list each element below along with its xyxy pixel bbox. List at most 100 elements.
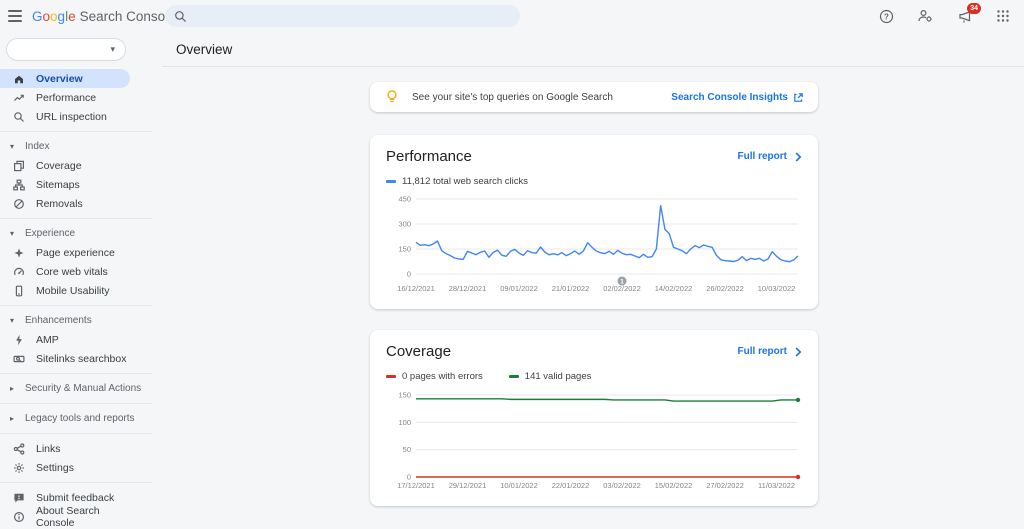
legend-dash-icon (386, 180, 396, 183)
svg-text:450: 450 (398, 195, 411, 204)
manage-accounts-icon[interactable] (916, 7, 934, 25)
hamburger-menu-icon[interactable] (0, 0, 30, 32)
svg-text:16/12/2021: 16/12/2021 (397, 284, 435, 293)
sidebar-item-label: Overview (36, 73, 83, 85)
feedback-icon (13, 492, 25, 504)
core-web-vitals-icon (13, 266, 25, 278)
sidebar-item-core-web-vitals[interactable]: Core web vitals (0, 262, 130, 281)
sidebar-item-label: URL inspection (36, 111, 107, 123)
svg-text:0: 0 (407, 270, 411, 279)
topbar-search-input[interactable] (165, 5, 520, 27)
svg-text:10/01/2022: 10/01/2022 (500, 481, 538, 490)
caret-right-icon: ▸ (10, 414, 18, 423)
search-console-insights-link[interactable]: Search Console Insights (671, 92, 804, 103)
coverage-full-report-link[interactable]: Full report (738, 346, 802, 357)
performance-card-title: Performance (386, 148, 472, 165)
apps-grid-icon[interactable] (994, 7, 1012, 25)
notification-badge: 34 (967, 3, 981, 14)
sitemaps-icon (13, 179, 25, 191)
svg-text:?: ? (884, 12, 889, 21)
help-icon[interactable]: ? (877, 7, 895, 25)
announcements-icon[interactable]: 34 (955, 7, 973, 25)
coverage-chart[interactable]: 05010015017/12/202129/12/202110/01/20222… (386, 387, 802, 496)
svg-text:22/01/2022: 22/01/2022 (552, 481, 590, 490)
sidebar-item-mobile-usability[interactable]: Mobile Usability (0, 281, 130, 300)
sidebar-item-about-search-console[interactable]: About Search Console (0, 507, 130, 526)
sidebar-section-label: Legacy tools and reports (25, 413, 135, 424)
sidebar-item-performance[interactable]: Performance (0, 88, 130, 107)
performance-icon (13, 92, 25, 104)
external-link-icon (793, 92, 804, 103)
sidebar-item-label: Removals (36, 198, 83, 210)
legend-label: 0 pages with errors (402, 371, 483, 382)
performance-chart[interactable]: 015030045016/12/202128/12/202109/01/2022… (386, 192, 802, 299)
svg-text:09/01/2022: 09/01/2022 (500, 284, 538, 293)
sidebar-item-amp[interactable]: AMP (0, 330, 130, 349)
svg-text:15/02/2022: 15/02/2022 (655, 481, 693, 490)
sidebar-item-label: Mobile Usability (36, 285, 110, 297)
sidebar-section-experience[interactable]: ▾ Experience (0, 224, 156, 243)
settings-icon (13, 462, 25, 474)
sidebar-section-label: Security & Manual Actions (25, 383, 141, 394)
sidebar-item-url-inspection[interactable]: URL inspection (0, 107, 130, 126)
sidebar-divider (0, 305, 152, 306)
chevron-right-icon (795, 347, 802, 357)
coverage-card: Coverage Full report 0 pages with errors… (370, 330, 818, 506)
svg-text:100: 100 (398, 418, 411, 427)
legend-dash-icon (386, 375, 396, 378)
chevron-right-icon (795, 152, 802, 162)
topbar-actions: ? 34 (877, 0, 1012, 32)
sidebar-item-links[interactable]: Links (0, 439, 130, 458)
sidebar-item-sitelinks-searchbox[interactable]: Sitelinks searchbox (0, 349, 130, 368)
sidebar-item-label: About Search Console (36, 505, 130, 529)
legend-label: 11,812 total web search clicks (402, 176, 528, 187)
sidebar-item-page-experience[interactable]: Page experience (0, 243, 130, 262)
sidebar-section-legacy-tools-and-reports[interactable]: ▸ Legacy tools and reports (0, 409, 156, 428)
sidebar-item-label: Sitemaps (36, 179, 80, 191)
sidebar-item-settings[interactable]: Settings (0, 458, 130, 477)
caret-right-icon: ▸ (10, 384, 18, 393)
amp-icon (13, 334, 25, 346)
sidebar-nav: Overview Performance URL inspection ▾Index C… (0, 69, 156, 526)
sidebar-section-label: Experience (25, 228, 75, 239)
performance-full-report-link[interactable]: Full report (738, 151, 802, 162)
app-logo: Google Search Console (32, 9, 176, 24)
coverage-icon (13, 160, 25, 172)
sidebar-item-coverage[interactable]: Coverage (0, 156, 130, 175)
page-experience-icon (13, 247, 25, 259)
property-selector-dropdown[interactable]: ▾ (6, 38, 126, 61)
chevron-down-icon: ▾ (110, 44, 115, 55)
sidebar-item-label: Settings (36, 462, 74, 474)
sidebar-item-removals[interactable]: Removals (0, 194, 130, 213)
main-content: Overview See your site's top queries on … (162, 32, 1024, 512)
sidebar-section-label: Enhancements (25, 315, 92, 326)
svg-text:27/02/2022: 27/02/2022 (706, 481, 744, 490)
sidebar-section-security-and-manual-actions[interactable]: ▸ Security & Manual Actions (0, 379, 156, 398)
sidebar-item-label: Coverage (36, 160, 82, 172)
performance-legend: 11,812 total web search clicks (386, 176, 802, 187)
banner-text: See your site's top queries on Google Se… (412, 92, 613, 103)
full-report-label: Full report (738, 151, 787, 162)
sidebar-item-sitemaps[interactable]: Sitemaps (0, 175, 130, 194)
caret-down-icon: ▾ (10, 229, 18, 238)
sidebar-item-label: Submit feedback (36, 492, 114, 504)
full-report-label: Full report (738, 346, 787, 357)
sidebar-divider (0, 482, 152, 483)
legend-item: 141 valid pages (509, 371, 592, 382)
sidebar-section-enhancements[interactable]: ▾Enhancements (0, 311, 156, 330)
svg-text:150: 150 (398, 245, 411, 254)
mobile-usability-icon (13, 285, 25, 297)
sidebar-divider (0, 218, 152, 219)
topbar: Google Search Console ? 34 (0, 0, 1024, 32)
svg-text:29/12/2021: 29/12/2021 (449, 481, 487, 490)
app-title: Search Console (80, 9, 176, 24)
sidebar-item-label: Links (36, 443, 61, 455)
svg-text:10/03/2022: 10/03/2022 (758, 284, 796, 293)
sidebar-item-overview[interactable]: Overview (0, 69, 130, 88)
legend-label: 141 valid pages (525, 371, 592, 382)
url-inspection-icon (13, 111, 25, 123)
content-column: See your site's top queries on Google Se… (370, 67, 818, 506)
svg-text:03/02/2022: 03/02/2022 (603, 481, 641, 490)
sidebar-section-index[interactable]: ▾Index (0, 137, 156, 156)
about-icon (13, 511, 25, 523)
